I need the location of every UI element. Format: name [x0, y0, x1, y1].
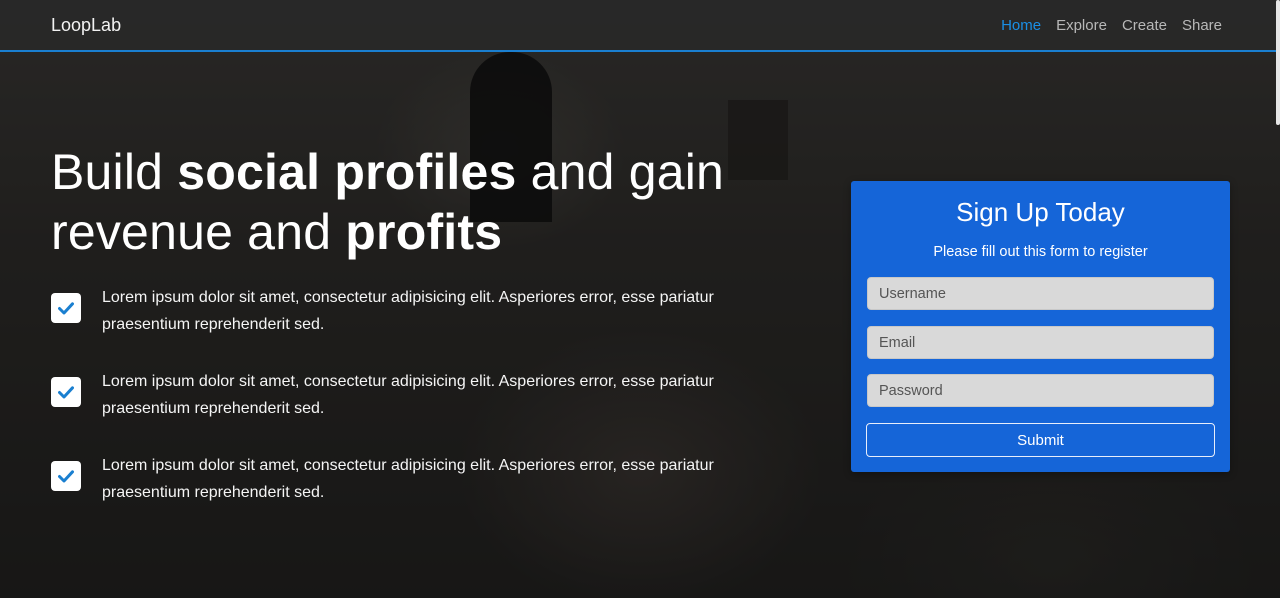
feature-item: Lorem ipsum dolor sit amet, consectetur … — [51, 284, 771, 368]
signup-form: Sign Up Today Please fill out this form … — [851, 181, 1230, 472]
nav-link-share[interactable]: Share — [1182, 17, 1222, 34]
check-icon — [51, 293, 81, 323]
username-input[interactable] — [867, 277, 1214, 310]
signup-subtitle: Please fill out this form to register — [933, 244, 1148, 260]
nav-link-home[interactable]: Home — [1001, 17, 1041, 34]
feature-text: Lorem ipsum dolor sit amet, consectetur … — [102, 373, 714, 417]
password-input[interactable] — [867, 374, 1214, 407]
nav-link-explore[interactable]: Explore — [1056, 17, 1107, 34]
feature-item: Lorem ipsum dolor sit amet, consectetur … — [51, 452, 771, 536]
feature-list: Lorem ipsum dolor sit amet, consectetur … — [51, 284, 771, 536]
headline-emphasis-1: social profiles — [177, 144, 517, 200]
page-scrollbar[interactable] — [1276, 0, 1280, 125]
hero-headline: Build social profiles and gain revenue a… — [51, 142, 771, 262]
brand-logo[interactable]: LoopLab — [51, 15, 121, 36]
nav-link-create[interactable]: Create — [1122, 17, 1167, 34]
headline-text-1: Build — [51, 144, 178, 200]
check-icon — [51, 377, 81, 407]
headline-emphasis-2: profits — [345, 204, 503, 260]
nav-links: Home Explore Create Share — [1001, 17, 1222, 34]
feature-text: Lorem ipsum dolor sit amet, consectetur … — [102, 457, 714, 501]
feature-text: Lorem ipsum dolor sit amet, consectetur … — [102, 289, 714, 333]
check-icon — [51, 461, 81, 491]
submit-button[interactable]: Submit — [866, 423, 1215, 457]
top-navbar: LoopLab Home Explore Create Share — [0, 0, 1280, 52]
feature-item: Lorem ipsum dolor sit amet, consectetur … — [51, 368, 771, 452]
signup-title: Sign Up Today — [956, 197, 1125, 227]
email-input[interactable] — [867, 326, 1214, 359]
